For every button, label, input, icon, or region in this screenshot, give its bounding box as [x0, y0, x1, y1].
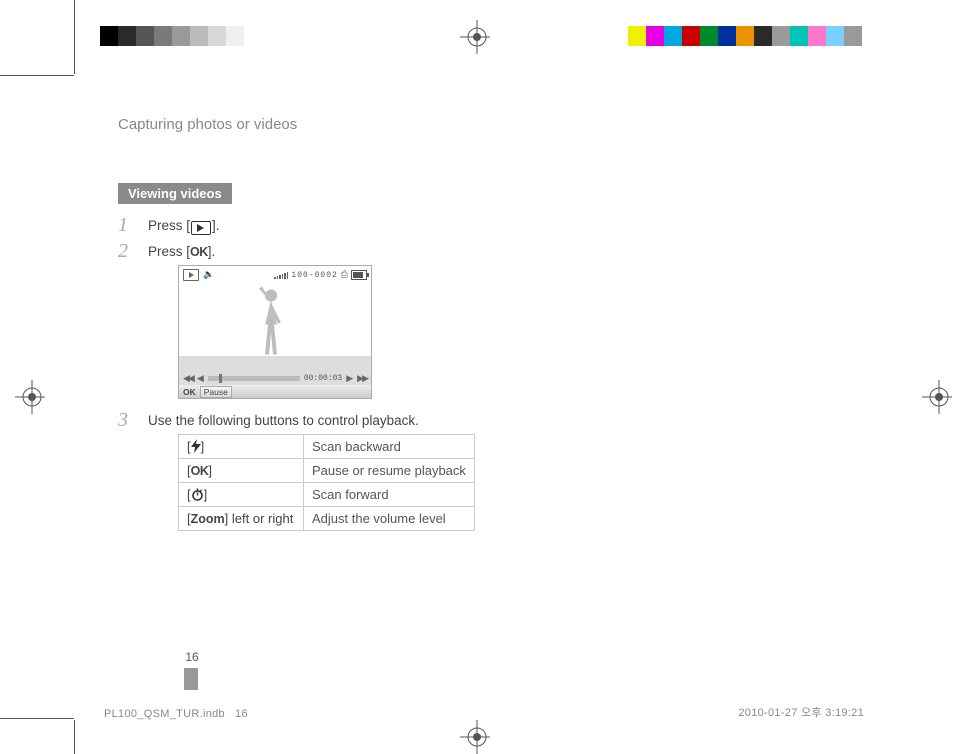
fast-forward-icon: [357, 373, 367, 384]
footer-filename: PL100_QSM_TUR.indb 16: [104, 708, 248, 720]
play-mode-icon: [183, 269, 199, 281]
pause-label: Pause: [200, 386, 232, 398]
timer-icon: [191, 487, 204, 502]
step-text: Press [: [148, 244, 190, 259]
printer-colorbar-left: [100, 26, 244, 46]
section-title: Capturing photos or videos: [118, 116, 718, 133]
crop-line: [0, 718, 74, 719]
table-row: [OK] Pause or resume playback: [179, 459, 475, 483]
ok-button-label: OK: [191, 464, 209, 478]
video-playback-screenshot: 🔈 100-0002 ⎙: [178, 265, 372, 399]
control-desc: Scan backward: [304, 435, 475, 459]
person-silhouette-icon: [251, 287, 291, 364]
page-tab-marker: [184, 668, 198, 690]
signal-icon: [274, 271, 288, 279]
flash-icon: [191, 439, 201, 454]
control-desc: Pause or resume playback: [304, 459, 475, 483]
registration-mark-icon: [922, 382, 952, 412]
control-desc: Adjust the volume level: [304, 507, 475, 531]
step-text: ].: [212, 218, 220, 233]
crop-line: [74, 720, 75, 754]
key-extra: left or right: [228, 511, 293, 526]
ok-indicator: OK: [183, 387, 196, 397]
subheading-viewing-videos: Viewing videos: [118, 183, 232, 204]
step-2: Press [OK]. 🔈 100-0002 ⎙: [118, 244, 718, 399]
table-row: [] Scan backward: [179, 435, 475, 459]
control-desc: Scan forward: [304, 483, 475, 507]
ok-button-label: OK: [190, 245, 208, 259]
registration-mark-icon: [460, 722, 490, 752]
footer-page: 16: [235, 708, 248, 720]
step-3: Use the following buttons to control pla…: [118, 413, 718, 531]
footer-timestamp: 2010-01-27 오후 3:19:21: [738, 704, 864, 720]
controls-table: [] Scan backward [OK] Pause or resume pl…: [178, 434, 475, 531]
printer-colorbar-right: [628, 26, 862, 46]
steps-list: Press []. Press [OK]. 🔈 100-0002 ⎙: [118, 218, 718, 531]
footer-file: PL100_QSM_TUR.indb: [104, 708, 225, 720]
next-icon: [346, 373, 353, 384]
page-content: Capturing photos or videos Viewing video…: [118, 116, 718, 539]
scrub-bar: [208, 376, 300, 381]
elapsed-time: 00:00:03: [304, 374, 342, 383]
registration-mark-icon: [15, 382, 45, 412]
step-text: ].: [208, 244, 216, 259]
page-area: Capturing photos or videos Viewing video…: [80, 26, 880, 726]
step-1: Press [].: [118, 218, 718, 236]
step-text: Press [: [148, 218, 190, 233]
crop-line: [0, 75, 74, 76]
bracket: ]: [208, 463, 212, 478]
bracket: ]: [204, 487, 208, 502]
print-icon: ⎙: [341, 270, 348, 280]
prev-icon: [197, 373, 204, 384]
step-text: Use the following buttons to control pla…: [148, 413, 419, 428]
frame-counter: 100-0002: [291, 271, 337, 280]
sound-icon: 🔈: [203, 270, 214, 280]
zoom-button-label: Zoom: [191, 512, 225, 526]
rewind-icon: [183, 373, 193, 384]
bracket: ]: [201, 439, 205, 454]
play-button-icon: [191, 221, 211, 236]
table-row: [Zoom] left or right Adjust the volume l…: [179, 507, 475, 531]
table-row: [] Scan forward: [179, 483, 475, 507]
page-number: 16: [180, 650, 204, 664]
battery-icon: [351, 270, 367, 280]
crop-line: [74, 0, 75, 74]
